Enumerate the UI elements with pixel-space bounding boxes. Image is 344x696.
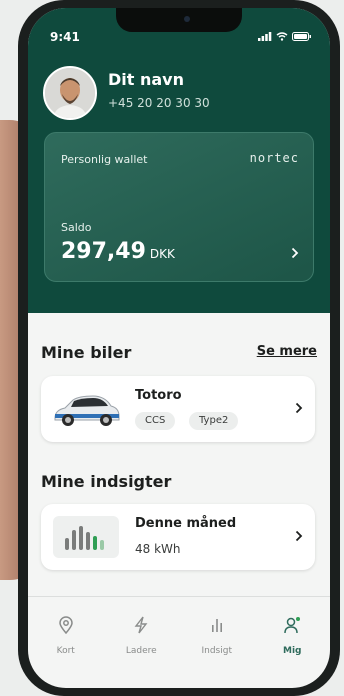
chevron-right-icon bbox=[295, 530, 303, 542]
insights-section-title: Mine indsigter bbox=[41, 472, 172, 491]
car-image-icon bbox=[54, 395, 120, 426]
profile-header: 9:41 Dit navn +45 20 20 30 30 Personlig … bbox=[28, 8, 330, 313]
nav-label: Mig bbox=[283, 646, 302, 656]
avatar[interactable] bbox=[43, 66, 97, 120]
balance-currency: DKK bbox=[149, 247, 175, 261]
wifi-icon bbox=[276, 32, 288, 41]
wallet-label: Personlig wallet bbox=[61, 153, 148, 166]
balance-amount: 297,49 DKK bbox=[61, 239, 175, 264]
nav-divider bbox=[28, 596, 330, 597]
balance-label: Saldo bbox=[61, 221, 92, 234]
insight-value: 48 kWh bbox=[135, 542, 181, 556]
notch bbox=[116, 8, 242, 32]
chevron-right-icon bbox=[295, 402, 303, 414]
nav-item-indsigt[interactable]: Indsigt bbox=[179, 608, 255, 668]
profile-name: Dit navn bbox=[108, 70, 184, 89]
app-screen: 9:41 Dit navn +45 20 20 30 30 Personlig … bbox=[28, 8, 330, 688]
lightning-icon bbox=[134, 616, 148, 634]
usage-bars-icon bbox=[53, 516, 119, 558]
nav-item-ladere[interactable]: Ladere bbox=[104, 608, 180, 668]
insight-title: Denne måned bbox=[135, 516, 237, 531]
camera-icon bbox=[184, 16, 190, 22]
phone-frame: 9:41 Dit navn +45 20 20 30 30 Personlig … bbox=[18, 0, 340, 696]
nav-label: Indsigt bbox=[201, 646, 232, 656]
insight-card[interactable]: Denne måned 48 kWh bbox=[41, 504, 315, 570]
bottom-nav: Kort Ladere Indsigt Mig bbox=[28, 608, 330, 668]
bar-chart-icon bbox=[211, 619, 222, 632]
nav-label: Kort bbox=[56, 646, 75, 656]
battery-icon bbox=[292, 32, 311, 41]
see-more-link[interactable]: Se mere bbox=[257, 344, 317, 359]
bar-chart-icon bbox=[65, 526, 104, 550]
signal-icon bbox=[258, 32, 272, 41]
wallet-brand-logo: nortec bbox=[249, 151, 299, 165]
cars-section-title: Mine biler bbox=[41, 343, 132, 362]
nav-item-mig[interactable]: Mig bbox=[255, 608, 331, 668]
connector-tag: Type2 bbox=[189, 412, 239, 430]
nav-label: Ladere bbox=[125, 646, 157, 656]
status-time: 9:41 bbox=[50, 30, 80, 44]
chevron-right-icon bbox=[291, 247, 299, 259]
avatar-photo-icon bbox=[45, 68, 95, 118]
wallet-card[interactable]: Personlig wallet nortec Saldo 297,49 DKK bbox=[44, 132, 314, 282]
balance-value: 297,49 bbox=[61, 239, 146, 264]
profile-phone: +45 20 20 30 30 bbox=[108, 96, 210, 110]
status-icons bbox=[258, 32, 312, 41]
nav-item-kort[interactable]: Kort bbox=[28, 608, 104, 668]
car-name: Totoro bbox=[135, 388, 182, 403]
user-icon bbox=[284, 617, 301, 634]
map-pin-icon bbox=[58, 616, 73, 634]
car-card[interactable]: Totoro CCS Type2 bbox=[41, 376, 315, 442]
connector-tag: CCS bbox=[135, 412, 176, 430]
